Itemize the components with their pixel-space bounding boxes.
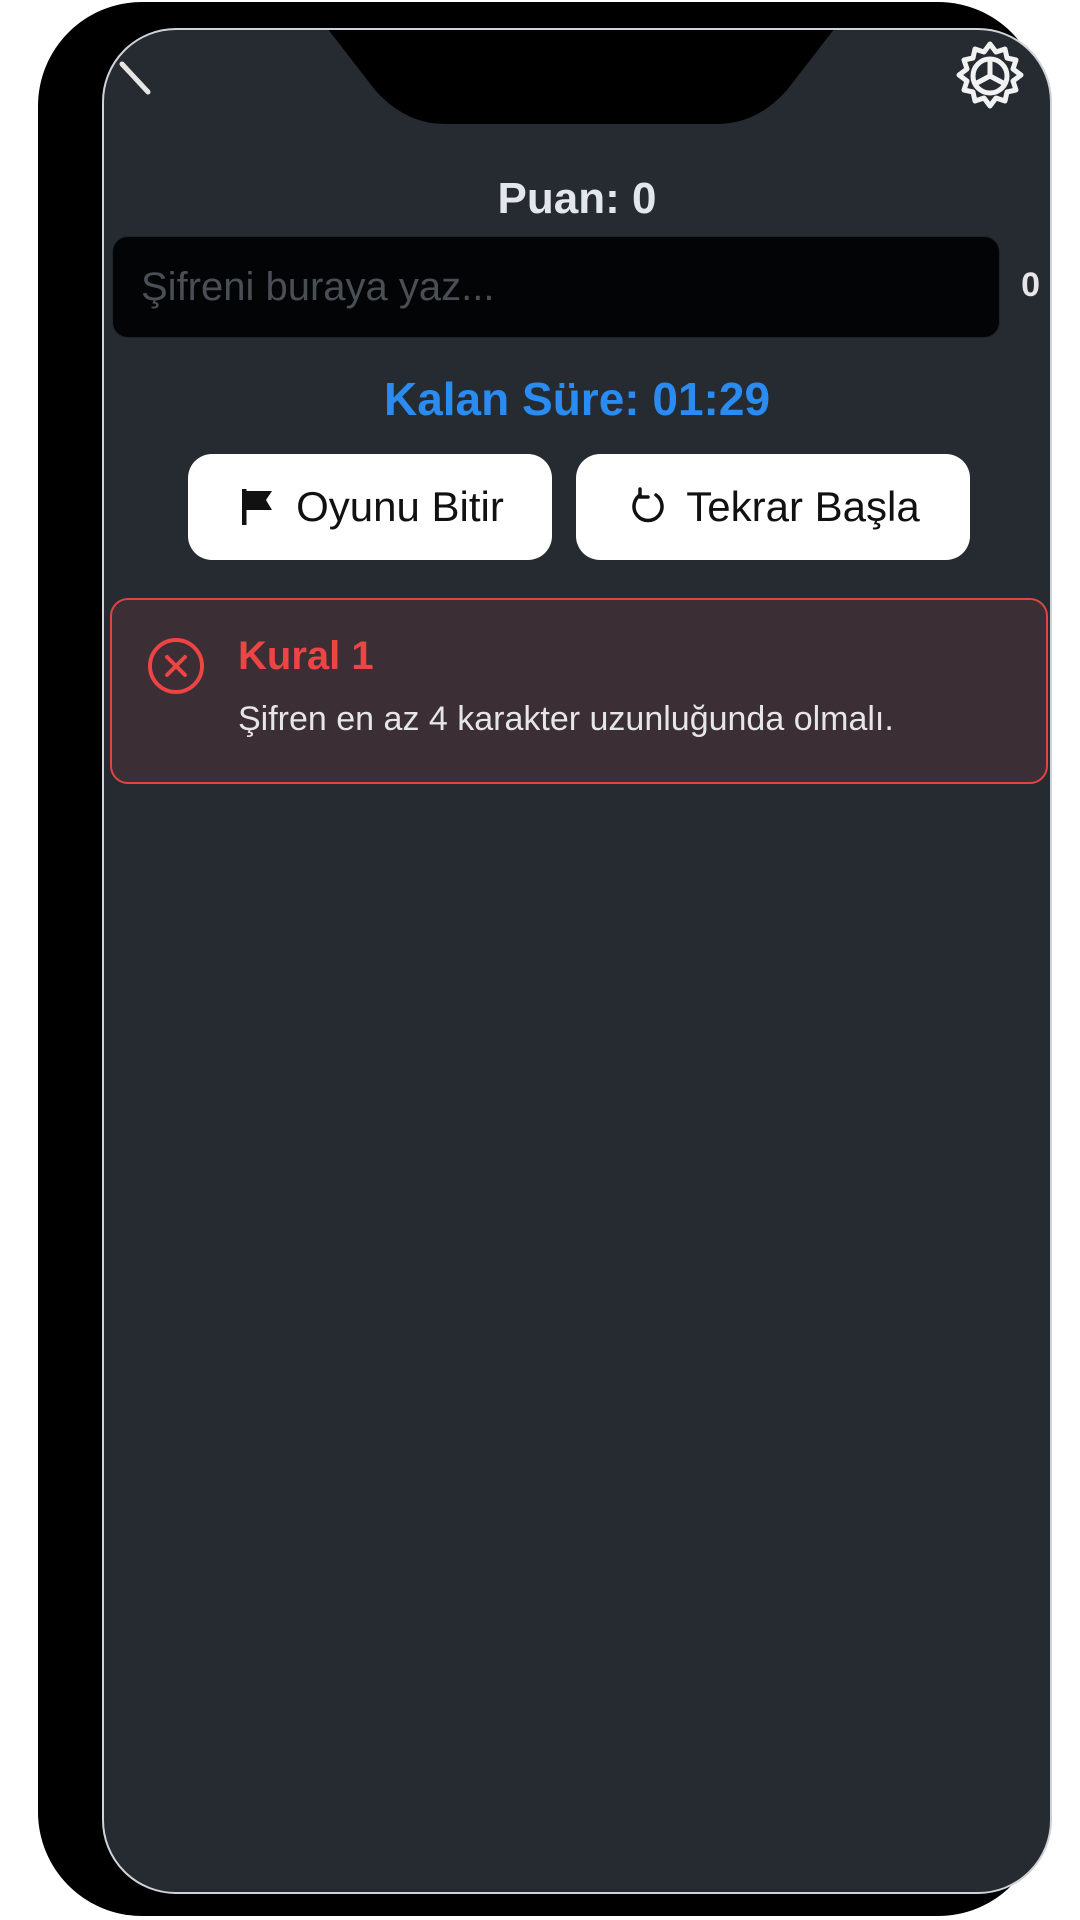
restart-label: Tekrar Başla <box>686 483 920 530</box>
rule-title: Kural 1 <box>238 634 374 678</box>
rule-description: Şifren en az 4 karakter uzunluğunda olma… <box>238 700 894 738</box>
refresh-icon <box>632 487 664 523</box>
password-input[interactable] <box>113 237 999 337</box>
score-label: Puan: 0 <box>497 174 657 223</box>
rule-card: Kural 1 Şifren en az 4 karakter uzunluğu… <box>110 598 1048 784</box>
password-field-container <box>112 236 1000 338</box>
end-game-label: Oyunu Bitir <box>296 483 504 530</box>
device-notch <box>327 28 835 124</box>
app-screen: Puan: 0 0 Kalan Süre: 01:29 Oyunu Bitir … <box>102 28 1052 1894</box>
remaining-time-label: Kalan Süre: 01:29 <box>383 373 771 425</box>
settings-gear-icon[interactable] <box>952 38 1028 114</box>
character-count: 0 <box>1021 266 1040 304</box>
end-game-button[interactable]: Oyunu Bitir <box>188 454 552 560</box>
close-circle-icon <box>148 638 204 694</box>
phone-frame: Puan: 0 0 Kalan Süre: 01:29 Oyunu Bitir … <box>38 2 1052 1916</box>
restart-button[interactable]: Tekrar Başla <box>576 454 970 560</box>
flag-icon <box>242 489 273 525</box>
back-icon[interactable] <box>116 60 156 100</box>
